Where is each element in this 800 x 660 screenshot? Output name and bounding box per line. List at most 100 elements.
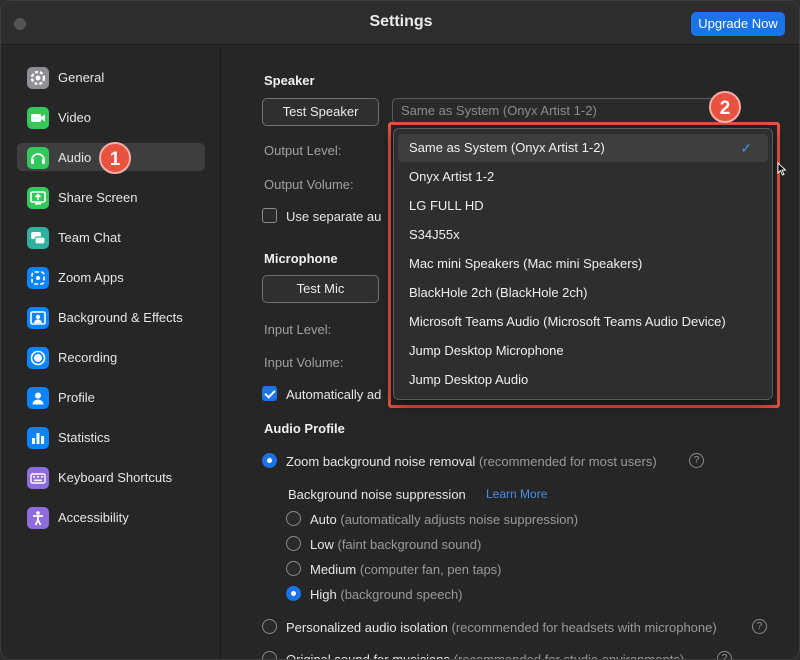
sidebar-item-background-effects[interactable]: Background & Effects	[17, 303, 205, 331]
test-speaker-button[interactable]: Test Speaker	[262, 98, 379, 126]
auto-adjust-checkbox[interactable]	[262, 386, 277, 401]
dropdown-item[interactable]: BlackHole 2ch (BlackHole 2ch)	[398, 279, 768, 307]
dropdown-item-label: Microsoft Teams Audio (Microsoft Teams A…	[409, 314, 726, 329]
checkmark-icon: ✓	[740, 140, 752, 156]
dropdown-item[interactable]: LG FULL HD	[398, 192, 768, 220]
chat-icon	[27, 227, 49, 249]
suppression-high-hint: (background speech)	[340, 587, 463, 602]
sidebar: General Video Audio Share Screen Team Ch…	[1, 46, 221, 659]
sidebar-item-profile[interactable]: Profile	[17, 383, 205, 411]
suppression-low-text: Low	[310, 537, 334, 552]
sidebar-item-label: Audio	[58, 150, 92, 165]
sidebar-item-label: Background & Effects	[58, 310, 183, 325]
annotation-badge-one: 1	[99, 142, 131, 174]
dropdown-item-label: LG FULL HD	[409, 198, 484, 213]
noise-suppression-label: Background noise suppression	[288, 487, 466, 502]
sidebar-item-share-screen[interactable]: Share Screen	[17, 183, 205, 211]
sidebar-item-video[interactable]: Video	[17, 103, 205, 131]
speaker-section-title: Speaker	[264, 73, 315, 88]
sidebar-item-accessibility[interactable]: Accessibility	[17, 503, 205, 531]
audio-isolation-text: Personalized audio isolation	[286, 620, 448, 635]
sidebar-item-label: Keyboard Shortcuts	[58, 470, 173, 485]
window-title: Settings	[369, 13, 433, 30]
suppression-medium-hint: (computer fan, pen taps)	[359, 562, 502, 577]
dropdown-item[interactable]: Mac mini Speakers (Mac mini Speakers)	[398, 250, 768, 278]
annotation-badge-two: 2	[709, 91, 741, 123]
dropdown-item[interactable]: Same as System (Onyx Artist 1-2) ✓	[398, 134, 768, 162]
sidebar-item-keyboard-shortcuts[interactable]: Keyboard Shortcuts	[17, 463, 205, 491]
sidebar-item-label: General	[58, 70, 105, 85]
sidebar-item-statistics[interactable]: Statistics	[17, 423, 205, 451]
sidebar-item-team-chat[interactable]: Team Chat	[17, 223, 205, 251]
dropdown-item-label: S34J55x	[409, 227, 460, 242]
dropdown-item[interactable]: Jump Desktop Microphone	[398, 337, 768, 365]
sidebar-item-label: Profile	[58, 390, 95, 405]
sidebar-item-zoom-apps[interactable]: Zoom Apps	[17, 263, 205, 291]
original-sound-label: Original sound for musicians (recommende…	[286, 652, 685, 660]
statistics-icon	[27, 427, 49, 449]
dropdown-item-label: Same as System (Onyx Artist 1-2)	[409, 140, 605, 155]
dropdown-item-label: Mac mini Speakers (Mac mini Speakers)	[409, 256, 643, 271]
dropdown-item-label: Jump Desktop Microphone	[409, 343, 564, 358]
dropdown-item[interactable]: Onyx Artist 1-2	[398, 163, 768, 191]
original-sound-radio[interactable]	[262, 651, 277, 659]
suppression-auto-text: Auto	[310, 512, 337, 527]
suppression-low-label: Low (faint background sound)	[310, 537, 481, 552]
sidebar-item-label: Zoom Apps	[58, 270, 124, 285]
sidebar-item-label: Recording	[58, 350, 118, 365]
help-icon[interactable]: ?	[717, 651, 732, 659]
microphone-section-title: Microphone	[264, 251, 338, 266]
audio-isolation-label: Personalized audio isolation (recommende…	[286, 620, 717, 635]
suppression-high-radio[interactable]	[286, 586, 301, 601]
sidebar-item-label: Team Chat	[58, 230, 121, 245]
sidebar-item-general[interactable]: General	[17, 63, 205, 91]
zoom-noise-removal-text: Zoom background noise removal	[286, 454, 476, 469]
auto-adjust-label: Automatically ad	[286, 387, 382, 402]
original-sound-hint: (recommended for studio environments)	[453, 652, 685, 660]
keyboard-icon	[27, 467, 49, 489]
accessibility-icon	[27, 507, 49, 529]
sidebar-item-label: Video	[58, 110, 92, 125]
help-icon[interactable]: ?	[752, 619, 767, 634]
dropdown-item-label: BlackHole 2ch (BlackHole 2ch)	[409, 285, 588, 300]
share-screen-icon	[27, 187, 49, 209]
audio-profile-title: Audio Profile	[264, 421, 345, 436]
suppression-high-text: High	[310, 587, 337, 602]
suppression-high-label: High (background speech)	[310, 587, 463, 602]
help-icon[interactable]: ?	[689, 453, 704, 468]
output-level-label: Output Level:	[264, 143, 342, 158]
original-sound-text: Original sound for musicians	[286, 652, 451, 660]
suppression-auto-radio[interactable]	[286, 511, 301, 526]
upgrade-button[interactable]: Upgrade Now	[691, 12, 785, 36]
separate-audio-checkbox[interactable]	[262, 208, 277, 223]
suppression-low-radio[interactable]	[286, 536, 301, 551]
learn-more-link[interactable]: Learn More	[486, 487, 547, 501]
sidebar-item-recording[interactable]: Recording	[17, 343, 205, 371]
dropdown-item[interactable]: Microsoft Teams Audio (Microsoft Teams A…	[398, 308, 768, 336]
test-mic-button[interactable]: Test Mic	[262, 275, 379, 303]
headphones-icon	[27, 147, 49, 169]
sidebar-item-label: Share Screen	[58, 190, 138, 205]
gear-icon	[27, 67, 49, 89]
zoom-noise-removal-radio[interactable]	[262, 453, 277, 468]
suppression-medium-radio[interactable]	[286, 561, 301, 576]
suppression-medium-text: Medium	[310, 562, 357, 577]
dropdown-item[interactable]: S34J55x	[398, 221, 768, 249]
input-level-label: Input Level:	[264, 322, 332, 337]
audio-isolation-radio[interactable]	[262, 619, 277, 634]
dropdown-item-label: Jump Desktop Audio	[409, 372, 529, 387]
recording-icon	[27, 347, 49, 369]
mouse-cursor-icon	[777, 162, 787, 176]
speaker-device-select[interactable]: Same as System (Onyx Artist 1-2)	[392, 98, 722, 124]
dropdown-item[interactable]: Jump Desktop Audio	[398, 366, 768, 394]
zoom-noise-removal-label: Zoom background noise removal (recommend…	[286, 454, 657, 469]
speaker-device-dropdown: Same as System (Onyx Artist 1-2) ✓ Onyx …	[393, 128, 773, 400]
profile-icon	[27, 387, 49, 409]
background-icon	[27, 307, 49, 329]
input-volume-label: Input Volume:	[264, 355, 344, 370]
dropdown-item-label: Onyx Artist 1-2	[409, 169, 495, 184]
suppression-low-hint: (faint background sound)	[337, 537, 482, 552]
video-icon	[27, 107, 49, 129]
suppression-medium-label: Medium (computer fan, pen taps)	[310, 562, 502, 577]
audio-isolation-hint: (recommended for headsets with microphon…	[451, 620, 717, 635]
